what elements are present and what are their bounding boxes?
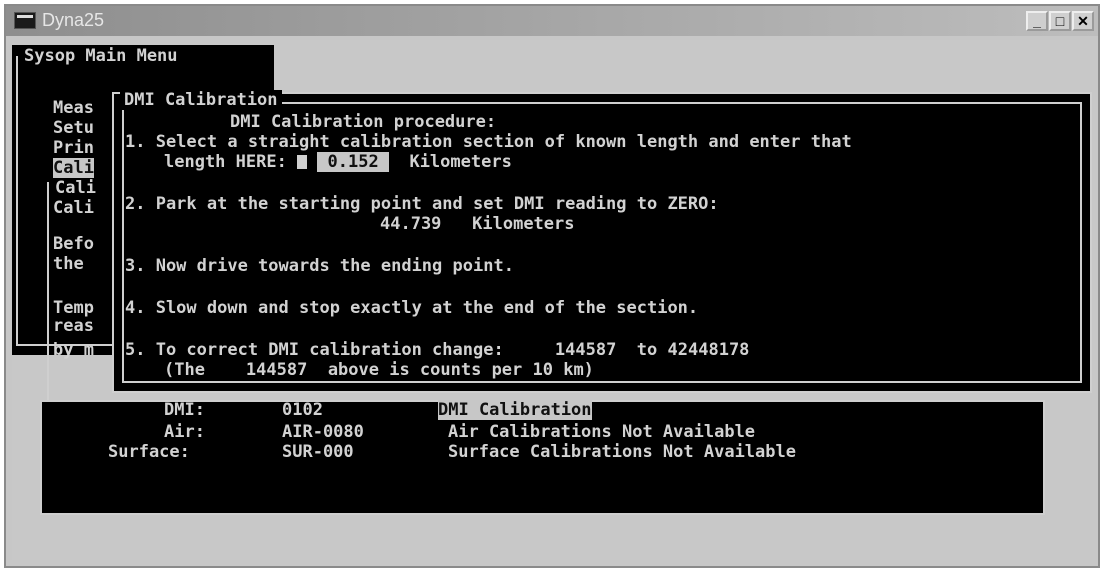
sub-menu-line: Befo [53,234,94,254]
note-open: (The [164,360,205,380]
length-unit: Kilometers [409,152,512,172]
maximize-button[interactable]: □ [1049,11,1071,31]
minimize-button[interactable]: _ [1026,11,1048,31]
main-menu-item[interactable]: Setu [53,118,94,138]
text-cursor [297,155,308,169]
to-label: to [636,340,658,360]
main-menu-title: Sysop Main Menu [24,46,178,66]
close-button[interactable]: ✕ [1072,11,1094,31]
step-5-prefix: 5. To correct DMI calibration change: [125,340,504,360]
new-calibration-value: 42448178 [667,340,750,360]
dmi-label: DMI: [164,400,205,420]
sub-menu-line: by m [53,340,94,360]
dmi-reading: 44.739 Kilometers [380,214,575,234]
step-2-text: 2. Park at the starting point and set DM… [125,194,719,214]
step-3-text: 3. Now drive towards the ending point. [125,256,514,276]
surface-code: SUR-000 [282,442,354,462]
step-5-text: 5. To correct DMI calibration change: 14… [125,340,749,360]
air-code: AIR-0080 [282,422,364,442]
dmi-reading-value: 44.739 [380,214,442,234]
old-calibration-value: 144587 [554,340,617,360]
note-rest: above is counts per 10 km) [327,360,594,380]
dmi-dialog-title: DMI Calibration [120,90,282,110]
procedure-heading: DMI Calibration procedure: [230,112,497,132]
length-input[interactable]: 0.152 [317,152,389,172]
sub-menu-line: reas [53,316,94,336]
step-4-text: 4. Slow down and stop exactly at the end… [125,298,699,318]
main-menu-item[interactable]: Prin [53,138,94,158]
dmi-reading-unit: Kilometers [472,214,575,234]
sub-menu-line: Cali [53,198,94,218]
title-bar[interactable]: Dyna25 _ □ ✕ [6,6,1098,36]
dmi-code: 0102 [282,400,323,420]
window-title: Dyna25 [42,10,105,30]
sub-menu-line: Temp [53,298,94,318]
air-calibration-status[interactable]: Air Calibrations Not Available [448,422,755,442]
sub-menu-title: Cali [55,178,96,198]
surface-label: Surface: [108,442,190,462]
main-menu-border-left [16,56,18,346]
step-1-length-prompt: length HERE: 0.152 Kilometers [164,152,512,172]
length-prompt-label: length HERE: [164,152,298,172]
console-app-icon[interactable] [14,12,36,29]
air-label: Air: [164,422,205,442]
main-menu-item[interactable]: Meas [53,98,94,118]
note-value: 144587 [245,360,308,380]
step-1-text: 1. Select a straight calibration section… [125,132,852,152]
sub-menu-line: the [53,254,84,274]
surface-calibration-status[interactable]: Surface Calibrations Not Available [448,442,796,462]
console-area: Sysop Main Menu Meas Setu Prin Cali Cali… [12,40,1098,560]
main-menu-item-selected[interactable]: Cali [53,158,94,178]
step-5-note: (The 144587 above is counts per 10 km) [164,360,594,380]
dmi-calibration-link[interactable]: DMI Calibration [438,400,592,420]
